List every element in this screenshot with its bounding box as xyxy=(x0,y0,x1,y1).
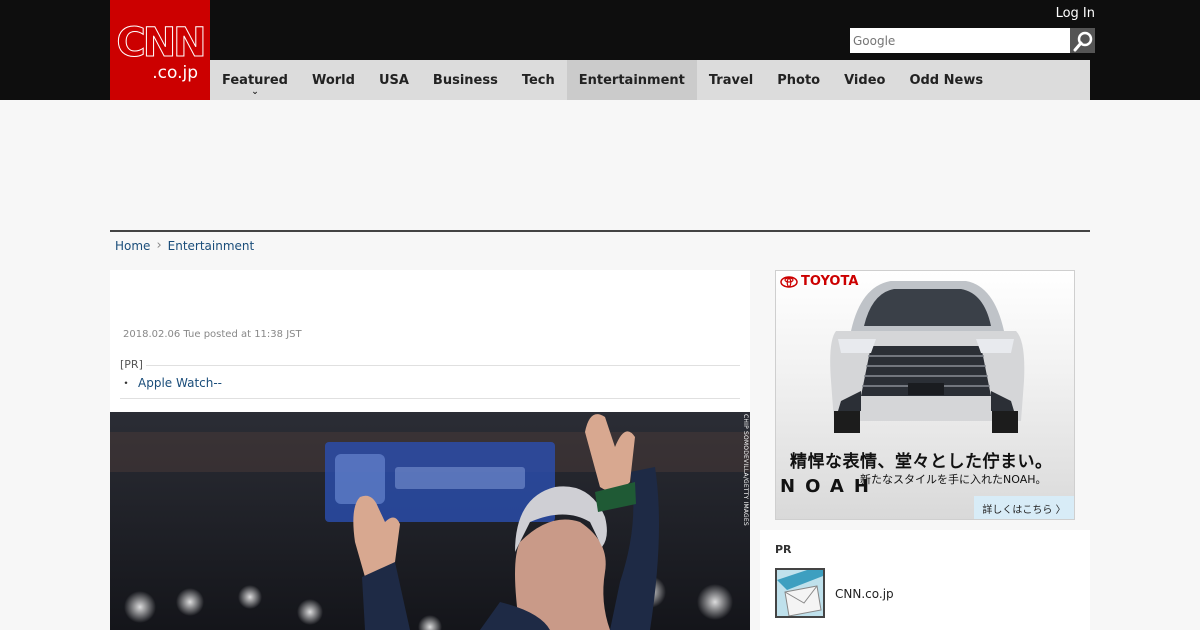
search-input[interactable] xyxy=(850,28,1070,53)
nav-item-label: Tech xyxy=(521,72,555,88)
nav-item-video[interactable]: Video xyxy=(832,60,897,100)
divider xyxy=(120,398,740,399)
search-button[interactable] xyxy=(1070,28,1095,53)
breadcrumb-home[interactable]: Home xyxy=(115,239,150,253)
photo-illustration xyxy=(110,412,750,630)
nav-item-featured[interactable]: Featured ⌄ xyxy=(210,60,300,100)
nav-item-label: Featured xyxy=(222,72,288,88)
nav-item-label: Entertainment xyxy=(578,72,685,88)
pr-link-item: ・ Apple Watch-- xyxy=(120,374,740,391)
nav-item-entertainment[interactable]: Entertainment xyxy=(566,60,697,100)
login-link[interactable]: Log In xyxy=(1056,6,1095,21)
pr-card-title: PR xyxy=(775,543,792,556)
envelope-icon xyxy=(777,570,823,616)
breadcrumb-current[interactable]: Entertainment xyxy=(168,239,255,253)
nav-item-label: Odd News xyxy=(909,72,984,88)
ad-headline: 精悍な表情、堂々とした佇まい。 xyxy=(790,452,1053,472)
section-divider xyxy=(110,230,1090,232)
nav-item-photo[interactable]: Photo xyxy=(765,60,832,100)
nav-item-label: World xyxy=(311,72,355,88)
bullet-icon: ・ xyxy=(120,376,133,390)
ad-subline: 新たなスタイルを手に入れたNOAH。 xyxy=(860,473,1047,486)
nav-item-label: Photo xyxy=(777,72,821,88)
logo-domain: .co.jp xyxy=(152,63,198,83)
pr-card: PR CNN.co.jp xyxy=(760,530,1090,630)
photo-credit: CHIP SOMODEVILLA/GETTY IMAGES xyxy=(742,414,749,526)
search-icon xyxy=(1073,31,1092,51)
pr-block: [PR] ・ Apple Watch-- xyxy=(120,358,740,399)
nav-item-world[interactable]: World xyxy=(300,60,367,100)
nav-item-usa[interactable]: USA xyxy=(367,60,421,100)
cnn-logo[interactable]: CNN .co.jp xyxy=(110,0,210,100)
nav-item-label: Business xyxy=(432,72,498,88)
article-date: 2018.02.06 Tue posted at 11:38 JST xyxy=(123,329,302,340)
nav-item-business[interactable]: Business xyxy=(421,60,510,100)
ad-model-name: NOAH xyxy=(780,476,879,497)
car-image xyxy=(830,281,1025,433)
main-nav: Featured ⌄ World USA Business Tech Enter… xyxy=(210,60,1090,100)
nav-item-label: Video xyxy=(844,72,886,88)
breadcrumb: Home › Entertainment xyxy=(115,238,254,253)
nav-item-tech[interactable]: Tech xyxy=(510,60,567,100)
chevron-right-icon: › xyxy=(156,238,162,253)
toyota-ad[interactable]: TOYOTA 精悍な表情、堂々とした佇まい。 新たなスタイルを手に入れたNOAH… xyxy=(775,270,1075,520)
pr-thumbnail[interactable] xyxy=(775,568,825,618)
ad-cta-button[interactable]: 詳しくはこちら 〉 xyxy=(974,496,1074,519)
nav-item-label: USA xyxy=(378,72,409,88)
search-form xyxy=(850,28,1095,53)
article-photo: CHIP SOMODEVILLA/GETTY IMAGES xyxy=(110,412,750,630)
nav-item-odd-news[interactable]: Odd News xyxy=(897,60,995,100)
logo-wordmark: CNN xyxy=(116,20,207,66)
chevron-down-icon: ⌄ xyxy=(251,87,259,97)
pr-card-link[interactable]: CNN.co.jp xyxy=(835,587,894,601)
divider xyxy=(146,365,740,366)
nav-item-travel[interactable]: Travel xyxy=(697,60,765,100)
nav-item-label: Travel xyxy=(708,72,754,88)
pr-link[interactable]: Apple Watch-- xyxy=(138,376,222,390)
